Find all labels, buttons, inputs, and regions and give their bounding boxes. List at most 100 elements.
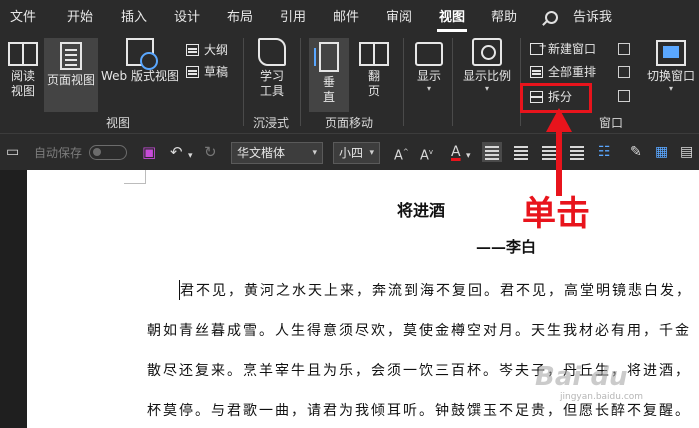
draft-button[interactable]: 草稿: [184, 62, 228, 82]
chevron-down-icon: ▾: [312, 148, 317, 158]
search-icon[interactable]: [545, 11, 558, 24]
line-spacing-icon[interactable]: ☷: [598, 143, 611, 161]
view-side-by-side-icon[interactable]: [618, 43, 630, 55]
page-icon: [60, 42, 82, 70]
tab-mailings[interactable]: 邮件: [333, 0, 359, 34]
draft-label: 草稿: [204, 65, 229, 79]
new-window-button[interactable]: 新建窗口: [528, 37, 597, 59]
show-button[interactable]: 显示 ▾: [410, 38, 448, 94]
learning-tools-icon: [258, 38, 286, 66]
zoom-button[interactable]: 显示比例 ▾: [458, 38, 516, 94]
group-separator: [243, 38, 244, 126]
poem-title: 将进酒: [397, 201, 446, 220]
tab-references[interactable]: 引用: [280, 0, 306, 34]
web-layout-button[interactable]: Web 版式视图: [100, 38, 180, 84]
tab-layout[interactable]: 布局: [227, 0, 253, 34]
decrease-font-size-icon[interactable]: Av: [420, 143, 433, 165]
tab-design[interactable]: 设计: [174, 0, 200, 34]
align-right-icon[interactable]: [542, 145, 556, 159]
vertical-button[interactable]: 垂 直: [309, 38, 349, 112]
poem-author: ——李白: [476, 238, 537, 256]
table-icon[interactable]: ▦: [655, 143, 668, 161]
quick-access-toolbar: ▭ 自动保存 ▣ ↶ ▾ ↻ 华文楷体 ▾ 小四 ▾ A^ Av A ▾ ☷ ✎…: [0, 133, 699, 169]
side-to-side-label: 翻 页: [367, 69, 380, 98]
new-window-icon: [530, 37, 547, 57]
align-center-icon[interactable]: [514, 145, 528, 159]
chevron-down-icon: ▾: [369, 148, 374, 158]
redo-icon[interactable]: ↻: [204, 143, 217, 161]
read-mode-button[interactable]: 阅读 视图: [4, 38, 42, 99]
baidu-watermark: Bai du: [535, 362, 628, 392]
views-group-label: 视图: [106, 116, 131, 130]
switch-windows-button[interactable]: 切换窗口 ▾: [643, 38, 699, 94]
print-layout-label: 页面视图: [46, 73, 95, 87]
page-movement-group-label: 页面移动: [325, 116, 374, 130]
web-layout-icon: [126, 38, 158, 70]
zoom-icon: [472, 38, 502, 66]
font-size-value: 小四: [339, 146, 364, 160]
draft-icon: [186, 66, 199, 78]
format-painter-icon[interactable]: ✎: [630, 143, 642, 161]
watermark-url: jingyan.baidu.com: [560, 392, 644, 402]
click-annotation: 单击: [522, 194, 590, 234]
synchronous-scrolling-icon[interactable]: [618, 66, 630, 78]
new-window-label: 新建窗口: [548, 42, 597, 56]
poem-line: 杯莫停。与君歌一曲，请君为我倾耳听。钟鼓馔玉不足贵，但愿长醉不复醒。: [147, 403, 691, 419]
tab-review[interactable]: 审阅: [386, 0, 412, 34]
save-icon[interactable]: ▣: [142, 143, 156, 161]
vertical-page-icon: [314, 42, 339, 72]
print-layout-button[interactable]: 页面视图: [44, 38, 98, 112]
arrange-all-icon: [530, 66, 543, 78]
autosave-label: 自动保存: [34, 146, 83, 160]
outline-icon: [186, 44, 199, 56]
side-to-side-icon: [359, 42, 389, 66]
tab-view[interactable]: 视图: [436, 0, 468, 34]
show-icon: [415, 42, 443, 66]
book-icon: [8, 42, 38, 66]
poem-line: 朝如青丝暮成雪。人生得意须尽欢，莫使金樽空对月。天生我材必有用，千金: [147, 323, 691, 339]
chevron-down-icon: ▾: [426, 84, 431, 93]
font-name-select[interactable]: 华文楷体 ▾: [231, 142, 323, 164]
font-size-select[interactable]: 小四 ▾: [333, 142, 380, 164]
immersive-group-label: 沉浸式: [253, 116, 290, 130]
side-to-side-button[interactable]: 翻 页: [354, 38, 394, 99]
window-group-label: 窗口: [599, 116, 624, 130]
menu-tab-bar: 文件 开始 插入 设计 布局 引用 邮件 审阅 视图 帮助 告诉我: [0, 0, 699, 34]
group-separator: [403, 38, 404, 126]
chevron-down-icon[interactable]: ▾: [188, 147, 193, 165]
tab-home[interactable]: 开始: [67, 0, 93, 34]
new-document-icon[interactable]: ▭: [6, 143, 19, 161]
tell-me-search[interactable]: 告诉我: [573, 0, 612, 34]
align-left-icon[interactable]: [482, 142, 502, 162]
justify-icon[interactable]: [570, 145, 584, 159]
more-commands-icon[interactable]: ▤: [680, 143, 693, 161]
reset-window-position-icon[interactable]: [618, 90, 630, 102]
font-name-value: 华文楷体: [237, 146, 286, 160]
web-layout-label: Web 版式视图: [101, 69, 179, 83]
learning-tools-label: 学习 工具: [259, 69, 284, 98]
learning-tools-button[interactable]: 学习 工具: [250, 38, 294, 99]
vertical-label: 垂 直: [322, 75, 335, 104]
show-label: 显示: [416, 69, 441, 83]
undo-icon[interactable]: ↶: [170, 143, 183, 161]
tab-help[interactable]: 帮助: [491, 0, 517, 34]
outline-button[interactable]: 大纲: [184, 40, 228, 60]
chevron-down-icon[interactable]: ▾: [466, 147, 471, 165]
switch-windows-label: 切换窗口: [646, 69, 695, 83]
poem-line: 君不见，黄河之水天上来，奔流到海不复回。君不见，高堂明镜悲白发，: [180, 283, 692, 299]
tab-file[interactable]: 文件: [10, 0, 36, 34]
annotation-arrow-line: [556, 118, 562, 196]
tab-insert[interactable]: 插入: [121, 0, 147, 34]
autosave-toggle[interactable]: [89, 145, 127, 160]
chevron-down-icon: ▾: [668, 84, 673, 93]
font-color-icon[interactable]: A: [451, 143, 461, 161]
read-mode-label: 阅读 视图: [10, 69, 35, 98]
outline-label: 大纲: [204, 43, 229, 57]
group-separator: [452, 38, 453, 126]
increase-font-size-icon[interactable]: A^: [394, 143, 409, 165]
page-margin-corner: [124, 170, 146, 184]
zoom-label: 显示比例: [462, 69, 511, 83]
group-separator: [300, 38, 301, 126]
arrange-all-button[interactable]: 全部重排: [528, 62, 596, 82]
arrange-all-label: 全部重排: [548, 65, 597, 79]
